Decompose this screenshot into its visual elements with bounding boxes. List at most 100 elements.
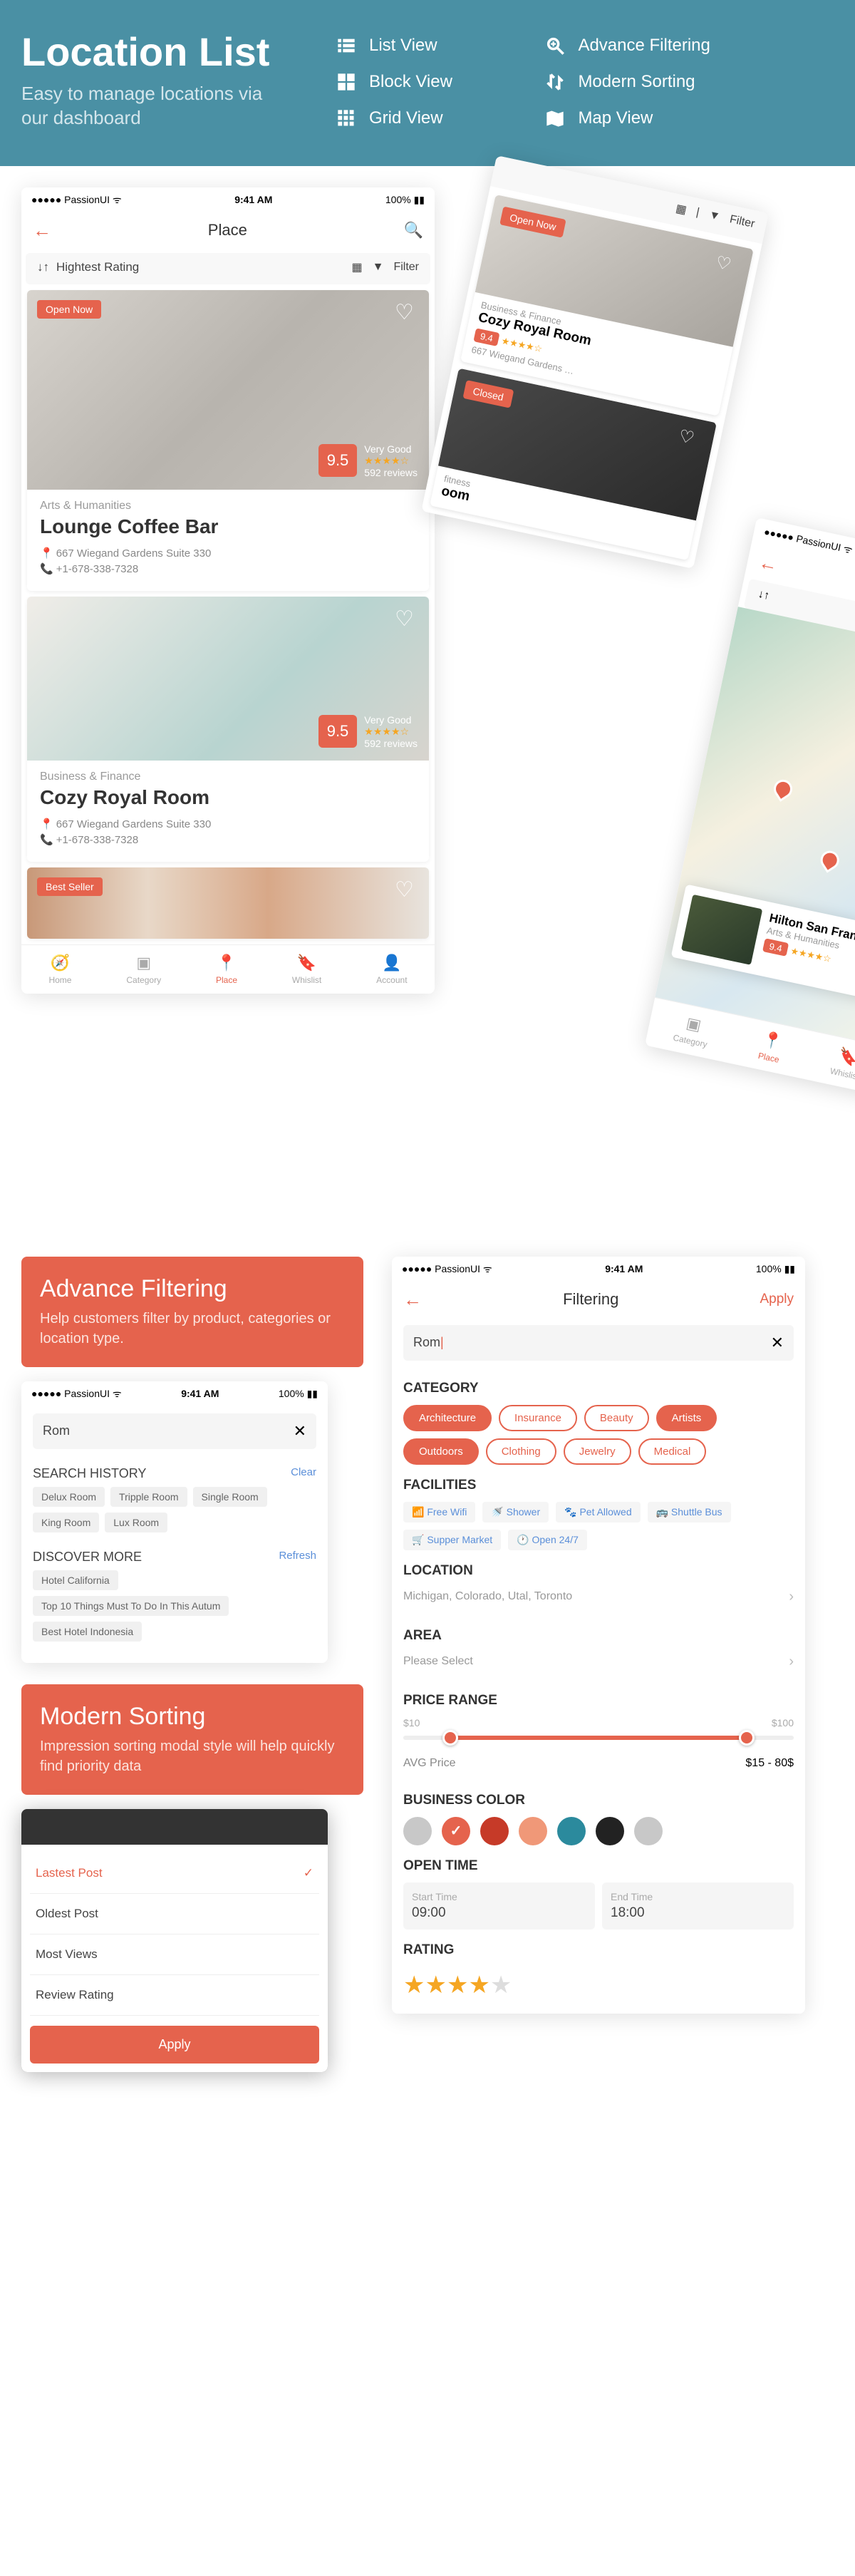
favorite-icon[interactable]: ♡ xyxy=(395,607,419,631)
map-result-card[interactable]: Hilton San Francisco Arts & Humanities 9… xyxy=(671,884,855,1004)
discover-chip[interactable]: Hotel California xyxy=(33,1570,118,1590)
location-select[interactable]: Michigan, Colorado, Utal, Toronto› xyxy=(392,1587,805,1615)
back-button[interactable]: ← xyxy=(33,220,51,242)
category-chip[interactable]: Beauty xyxy=(584,1405,649,1431)
color-swatch[interactable] xyxy=(634,1817,663,1845)
place-card[interactable]: ♡ 9.5 Very Good ★★★★☆ 592 reviews Busine… xyxy=(27,597,429,862)
sort-option[interactable]: Oldest Post xyxy=(30,1894,319,1934)
search-input[interactable]: Rom| ✕ xyxy=(403,1325,794,1361)
view-option-map[interactable]: Map View xyxy=(544,107,710,130)
rating-stars[interactable]: ★★★★★ xyxy=(392,1967,805,2014)
refresh-link[interactable]: Refresh xyxy=(279,1550,316,1565)
view-option-grid[interactable]: Grid View xyxy=(335,107,501,130)
sort-dropdown[interactable]: ↓↑Hightest Rating xyxy=(37,260,139,274)
end-time-input[interactable]: End Time18:00 xyxy=(602,1882,794,1930)
phone-icon: 📞 xyxy=(40,563,53,575)
tab-category[interactable]: ▣Category xyxy=(672,1011,712,1049)
apply-button[interactable]: Apply xyxy=(30,2026,319,2064)
tab-wishlist[interactable]: 🔖Whislist xyxy=(829,1045,855,1082)
clear-link[interactable]: Clear xyxy=(291,1466,316,1481)
view-option-advance-filter[interactable]: Advance Filtering xyxy=(544,34,710,58)
card-image: ♡ 9.5 Very Good ★★★★☆ 592 reviews xyxy=(27,597,429,761)
color-swatch[interactable] xyxy=(596,1817,624,1845)
layout-toggle-icon[interactable]: ▦ xyxy=(351,260,362,274)
stars-icon: ★★★★☆ xyxy=(789,945,832,964)
color-swatch[interactable] xyxy=(519,1817,547,1845)
clear-icon[interactable]: ✕ xyxy=(771,1334,784,1352)
category-chip[interactable]: Artists xyxy=(656,1405,717,1431)
place-card[interactable]: Best Seller ♡ xyxy=(27,867,429,939)
tab-place[interactable]: 📍Place xyxy=(216,954,237,985)
category-chip[interactable]: Architecture xyxy=(403,1405,492,1431)
color-swatch[interactable] xyxy=(442,1817,470,1845)
view-option-list[interactable]: List View xyxy=(335,34,501,58)
place-card[interactable]: Open Now ♡ 9.5 Very Good ★★★★☆ 592 revie… xyxy=(27,290,429,591)
clear-icon[interactable]: ✕ xyxy=(294,1422,306,1441)
history-chip[interactable]: Tripple Room xyxy=(110,1487,187,1507)
filter-button[interactable]: Filter xyxy=(393,261,419,274)
category-chip[interactable]: Clothing xyxy=(486,1438,556,1465)
facility-chip[interactable]: 🕐 Open 24/7 xyxy=(508,1530,587,1550)
chevron-right-icon: › xyxy=(789,1589,794,1605)
category-chip[interactable]: Jewelry xyxy=(564,1438,631,1465)
category-chip[interactable]: Insurance xyxy=(499,1405,577,1431)
rating-score: 9.5 xyxy=(318,444,358,477)
color-swatch[interactable] xyxy=(403,1817,432,1845)
color-swatch[interactable] xyxy=(557,1817,586,1845)
search-icon[interactable]: 🔍 xyxy=(404,221,423,239)
card-title: Cozy Royal Room xyxy=(40,786,416,809)
category-chip[interactable]: Outdoors xyxy=(403,1438,479,1465)
layout-icon[interactable]: ▦ xyxy=(675,201,688,217)
discover-chip[interactable]: Best Hotel Indonesia xyxy=(33,1622,142,1642)
apply-button[interactable]: Apply xyxy=(760,1292,794,1307)
tab-wishlist[interactable]: 🔖Whislist xyxy=(292,954,321,985)
back-button[interactable]: ← xyxy=(403,1289,422,1311)
view-option-sort[interactable]: Modern Sorting xyxy=(544,71,710,94)
grid-icon xyxy=(335,107,358,130)
phone-block-view: ▦|▼Filter Open Now ♡ Business & Finance … xyxy=(421,155,769,569)
favorite-icon[interactable]: ♡ xyxy=(395,877,419,902)
category-chip[interactable]: Medical xyxy=(638,1438,707,1465)
sort-option[interactable]: Review Rating xyxy=(30,1975,319,2016)
start-time-input[interactable]: Start Time09:00 xyxy=(403,1882,595,1930)
view-option-block[interactable]: Block View xyxy=(335,71,501,94)
tab-account[interactable]: 👤Account xyxy=(376,954,407,985)
favorite-icon[interactable]: ♡ xyxy=(713,252,742,280)
facility-chip[interactable]: 🐾 Pet Allowed xyxy=(556,1502,640,1523)
favorite-icon[interactable]: ♡ xyxy=(676,426,705,454)
search-input[interactable]: Rom ✕ xyxy=(33,1413,316,1449)
facility-chip[interactable]: 📶 Free Wifi xyxy=(403,1502,475,1523)
history-chip[interactable]: King Room xyxy=(33,1513,99,1532)
sort-icon: ↓↑ xyxy=(37,260,49,274)
price-slider[interactable] xyxy=(403,1736,794,1740)
tab-home[interactable]: 🧭Home xyxy=(48,954,71,985)
facility-chip[interactable]: 🛒 Supper Market xyxy=(403,1530,501,1550)
area-select[interactable]: Please Select› xyxy=(392,1652,805,1680)
history-chip[interactable]: Lux Room xyxy=(105,1513,167,1532)
sort-option[interactable]: Lastest Post✓ xyxy=(30,1853,319,1894)
facility-chip[interactable]: 🚿 Shower xyxy=(482,1502,549,1523)
map-pin[interactable] xyxy=(817,847,843,872)
map-pin[interactable] xyxy=(770,776,796,801)
sort-option[interactable]: Most Views xyxy=(30,1934,319,1975)
tab-place[interactable]: 📍Place xyxy=(757,1029,785,1064)
slider-thumb-min[interactable] xyxy=(442,1730,458,1746)
back-button[interactable]: ← xyxy=(757,551,779,577)
status-badge: Closed xyxy=(462,380,514,408)
tab-category[interactable]: ▣Category xyxy=(126,954,161,985)
slider-thumb-max[interactable] xyxy=(739,1730,755,1746)
map-area[interactable]: Hilton San Francisco Arts & Humanities 9… xyxy=(655,607,855,1047)
discover-chip[interactable]: Top 10 Things Must To Do In This Autum xyxy=(33,1596,229,1616)
favorite-icon[interactable]: ♡ xyxy=(395,300,419,324)
history-chip[interactable]: Delux Room xyxy=(33,1487,105,1507)
filter-icon xyxy=(544,34,566,57)
stars-icon: ★★★★☆ xyxy=(364,726,418,738)
card-image: Open Now ♡ 9.5 Very Good ★★★★☆ 592 revie… xyxy=(27,290,429,490)
phone-search-history: ●●●●● PassionUI ᯤ9:41 AM100% ▮▮ Rom ✕ SE… xyxy=(21,1381,328,1663)
section-modern-sorting: Modern Sorting Impression sorting modal … xyxy=(21,1684,363,1795)
facility-chip[interactable]: 🚌 Shuttle Bus xyxy=(648,1502,731,1523)
history-chip[interactable]: Single Room xyxy=(193,1487,267,1507)
color-swatch[interactable] xyxy=(480,1817,509,1845)
list-icon xyxy=(335,34,358,57)
sort-icon[interactable]: ↓↑ xyxy=(757,587,770,602)
